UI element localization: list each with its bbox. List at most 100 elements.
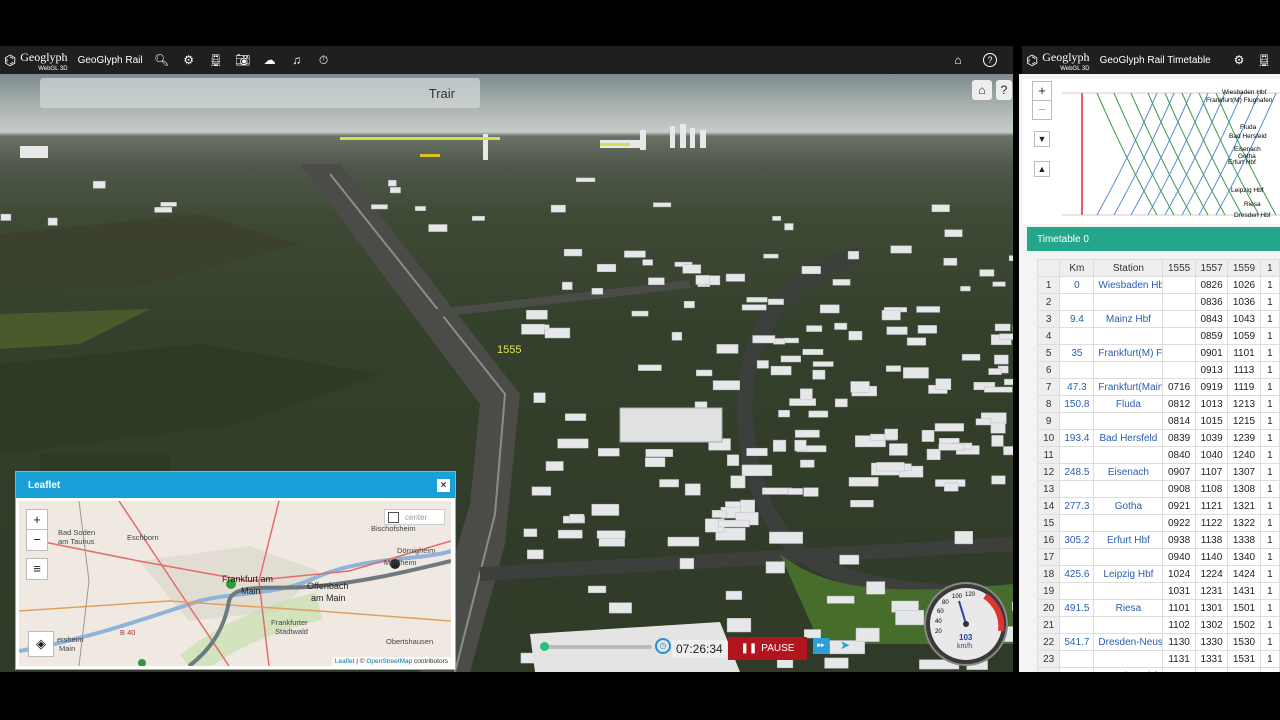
time-cell[interactable]: 1 (1259, 327, 1280, 345)
time-cell[interactable]: 1501 (1227, 599, 1261, 617)
time-cell[interactable]: 1040 (1194, 446, 1229, 464)
train-icon[interactable]: 🚆︎ (205, 49, 227, 71)
train-search-bar[interactable]: Trair (40, 78, 480, 108)
time-cell[interactable]: 0843 (1194, 310, 1229, 328)
camera-icon[interactable]: 📷︎ (232, 49, 254, 71)
cloud-icon[interactable]: ☁ (259, 49, 281, 71)
time-cell[interactable]: 1 (1259, 514, 1280, 532)
time-cell[interactable]: 1101 (1162, 599, 1196, 617)
time-cell[interactable]: 1059 (1227, 327, 1261, 345)
time-cell[interactable]: 0940 (1162, 548, 1196, 566)
map-layers-menu-button[interactable]: ≡ (26, 558, 48, 580)
time-cell[interactable]: 1036 (1227, 293, 1261, 311)
time-cell[interactable]: 1301 (1194, 599, 1229, 617)
time-cell[interactable]: 0812 (1162, 395, 1196, 413)
time-cell[interactable]: 1 (1259, 650, 1280, 668)
time-cell[interactable]: 1 (1259, 344, 1280, 362)
time-cell[interactable] (1162, 361, 1196, 379)
time-cell[interactable]: 1 (1259, 480, 1280, 498)
time-cell[interactable]: 1131 (1162, 650, 1196, 668)
time-cell[interactable]: 0826 (1194, 276, 1229, 294)
time-cell[interactable]: 1101 (1227, 344, 1261, 362)
time-cell[interactable]: 1130 (1162, 633, 1196, 651)
close-icon[interactable]: × (437, 479, 450, 492)
time-cell[interactable]: 1538 (1227, 667, 1261, 672)
time-cell[interactable]: 1 (1259, 310, 1280, 328)
time-cell[interactable]: 1 (1259, 463, 1280, 481)
time-cell[interactable]: 1 (1259, 667, 1280, 672)
time-cell[interactable]: 1213 (1227, 395, 1261, 413)
help-icon[interactable]: ? (983, 53, 997, 67)
time-cell[interactable]: 1240 (1227, 446, 1261, 464)
time-cell[interactable]: 0839 (1162, 429, 1196, 447)
time-cell[interactable]: 1321 (1227, 497, 1261, 515)
train-column-header[interactable]: 1 (1259, 259, 1280, 277)
train-column-header[interactable]: 1555 (1162, 259, 1196, 277)
time-cell[interactable]: 0901 (1194, 344, 1229, 362)
diagram-scroll-up-icon[interactable]: ▲ (1034, 161, 1050, 177)
view-help-button[interactable]: ? (996, 80, 1012, 100)
time-cell[interactable]: 1138 (1162, 667, 1196, 672)
diagram-zoom-in-button[interactable]: + (1032, 81, 1052, 101)
time-cell[interactable]: 1 (1259, 633, 1280, 651)
time-cell[interactable]: 1102 (1162, 616, 1196, 634)
fast-forward-icon[interactable]: ⏩︎ (813, 638, 829, 654)
time-cell[interactable]: 0908 (1162, 480, 1196, 498)
time-cell[interactable]: 1 (1259, 582, 1280, 600)
music-icon[interactable]: ♫ (286, 49, 308, 71)
time-cell[interactable]: 1531 (1227, 650, 1261, 668)
time-cell[interactable]: 1302 (1194, 616, 1229, 634)
time-cell[interactable]: 0840 (1162, 446, 1196, 464)
diagram-scroll-down-icon[interactable]: ▼ (1034, 131, 1050, 147)
time-cell[interactable]: 0907 (1162, 463, 1196, 481)
map-layers-icon[interactable]: ◈ (28, 631, 54, 657)
speed-mode-icon[interactable]: ➤ (836, 638, 854, 654)
time-cell[interactable]: 1015 (1194, 412, 1229, 430)
time-cell[interactable]: 1340 (1227, 548, 1261, 566)
time-cell[interactable]: 1224 (1194, 565, 1229, 583)
view-home-button[interactable]: ⌂ (972, 80, 992, 100)
time-cell[interactable]: 1108 (1194, 480, 1229, 498)
time-cell[interactable]: 1331 (1194, 650, 1229, 668)
time-cell[interactable] (1162, 344, 1196, 362)
time-cell[interactable] (1162, 327, 1196, 345)
time-cell[interactable]: 1424 (1227, 565, 1261, 583)
time-cell[interactable]: 1 (1259, 361, 1280, 379)
time-cell[interactable]: 0919 (1194, 378, 1229, 396)
time-cell[interactable]: 1122 (1194, 514, 1229, 532)
time-cell[interactable]: 1 (1259, 616, 1280, 634)
train-diagram[interactable]: + − ▼ ▲ Wiesbaden Hbf Frankfurt(M) Flugh… (1022, 79, 1280, 224)
time-cell[interactable]: 1 (1259, 395, 1280, 413)
time-cell[interactable]: 0922 (1162, 514, 1196, 532)
time-cell[interactable]: 1 (1259, 429, 1280, 447)
time-cell[interactable]: 1 (1259, 497, 1280, 515)
time-cell[interactable]: 1 (1259, 599, 1280, 617)
time-cell[interactable]: 1043 (1227, 310, 1261, 328)
leaflet-map[interactable]: Bad Soden am Taunus Eschborn Bischofshei… (19, 501, 451, 666)
map-zoom-out-button[interactable]: − (26, 529, 48, 551)
train-column-header[interactable]: 1557 (1194, 259, 1229, 277)
diagram-zoom-out-button[interactable]: − (1032, 100, 1052, 120)
time-cell[interactable]: 1 (1259, 293, 1280, 311)
time-cell[interactable]: 1231 (1194, 582, 1229, 600)
time-cell[interactable]: 1307 (1227, 463, 1261, 481)
time-cell[interactable]: 1338 (1194, 667, 1229, 672)
time-cell[interactable]: 1121 (1194, 497, 1229, 515)
time-cell[interactable]: 1 (1259, 565, 1280, 583)
time-cell[interactable]: 0913 (1194, 361, 1229, 379)
train-column-header[interactable]: 1559 (1227, 259, 1261, 277)
timeline-slider[interactable] (540, 642, 652, 651)
time-cell[interactable]: 1431 (1227, 582, 1261, 600)
time-cell[interactable]: 1 (1259, 548, 1280, 566)
time-cell[interactable]: 1140 (1194, 548, 1229, 566)
time-cell[interactable] (1162, 310, 1196, 328)
time-cell[interactable]: 1502 (1227, 616, 1261, 634)
timeline-thumb[interactable] (540, 642, 549, 651)
time-cell[interactable]: 1308 (1227, 480, 1261, 498)
pause-button[interactable]: ❚❚ PAUSE (728, 637, 807, 660)
time-cell[interactable]: 1322 (1227, 514, 1261, 532)
time-cell[interactable]: 1039 (1194, 429, 1229, 447)
center-checkbox[interactable] (388, 511, 399, 523)
home-icon[interactable]: ⌂ (947, 49, 969, 71)
time-cell[interactable] (1162, 293, 1196, 311)
